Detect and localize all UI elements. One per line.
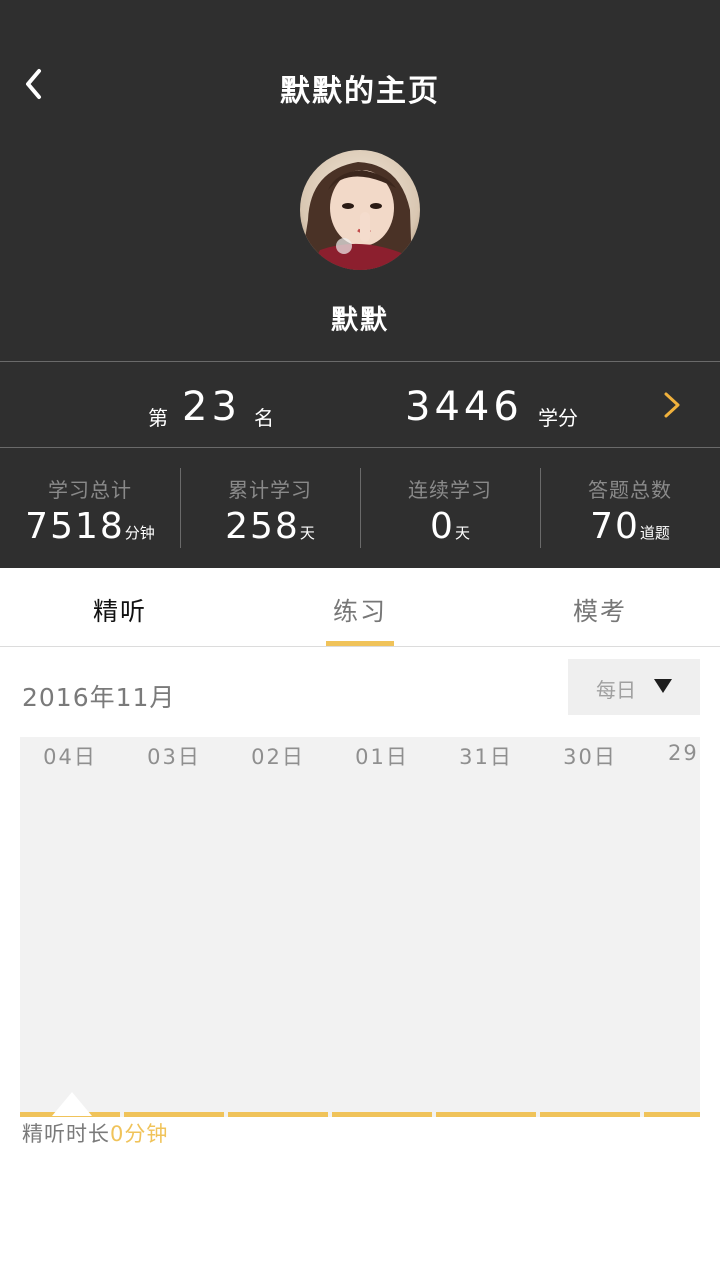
stat-unit: 分钟: [124, 524, 155, 542]
tab-intensive-listening[interactable]: 精听: [0, 568, 240, 646]
month-label: 2016年11月: [22, 683, 176, 712]
stat-streak-days: 连续学习 0天: [360, 448, 540, 568]
stat-label: 答题总数: [588, 478, 672, 502]
stat-value: 7518: [25, 506, 125, 547]
summary-value: 0分钟: [110, 1122, 169, 1146]
day-label: 03日: [147, 745, 201, 769]
stat-unit: 道题: [639, 524, 670, 542]
stat-cumulative-days: 累计学习 258天: [180, 448, 360, 568]
rank-suffix: 名: [254, 406, 274, 430]
avatar[interactable]: [300, 150, 420, 270]
stat-unit: 天: [454, 524, 470, 542]
tab-label: 模考: [572, 597, 627, 626]
day-column[interactable]: 03日: [124, 737, 224, 1117]
day-bar: [332, 1112, 432, 1117]
listening-duration: 精听时长0分钟: [22, 1118, 168, 1148]
period-label: 每日: [596, 678, 636, 702]
stat-total-minutes: 学习总计 7518分钟: [0, 448, 180, 568]
day-column[interactable]: 01日: [332, 737, 432, 1117]
tab-mock-exam[interactable]: 模考: [480, 568, 720, 646]
day-column[interactable]: 29: [644, 737, 700, 1117]
tab-label: 精听: [92, 597, 147, 626]
day-bar: [436, 1112, 536, 1117]
stat-label: 学习总计: [48, 478, 132, 502]
selected-day-pointer: [52, 1092, 92, 1116]
username: 默默: [331, 305, 389, 336]
stats-row: 学习总计 7518分钟 累计学习 258天 连续学习 0天 答题总数 70道题: [0, 448, 720, 568]
day-column[interactable]: 31日: [436, 737, 536, 1117]
day-label: 01日: [355, 745, 409, 769]
tab-label: 练习: [332, 597, 387, 626]
credits-number: 3446: [405, 384, 523, 430]
day-label: 02日: [251, 745, 305, 769]
day-bar: [124, 1112, 224, 1117]
tab-practice[interactable]: 练习: [240, 568, 480, 646]
day-bar: [228, 1112, 328, 1117]
period-dropdown[interactable]: 每日: [568, 659, 700, 715]
stat-label: 连续学习: [408, 478, 492, 502]
stat-value: 258: [225, 506, 300, 547]
day-bar: [644, 1112, 700, 1117]
stat-label: 累计学习: [228, 478, 312, 502]
profile-header: 默默的主页 默默 第 23 名 3446 学分 学习总计 7518分钟 累计学习…: [0, 0, 720, 568]
day-label: 04日: [43, 745, 97, 769]
day-label: 29: [668, 741, 699, 765]
stat-question-count: 答题总数 70道题: [540, 448, 720, 568]
ranking-row[interactable]: 第 23 名 3446 学分: [0, 362, 720, 447]
day-column[interactable]: 02日: [228, 737, 328, 1117]
stat-value: 0: [430, 506, 455, 547]
page-title: 默默的主页: [280, 74, 440, 109]
summary-label: 精听时长: [22, 1122, 110, 1146]
tab-active-indicator: [326, 641, 394, 646]
day-column[interactable]: 04日: [20, 737, 120, 1117]
chevron-right-icon[interactable]: [656, 390, 686, 420]
stat-value: 70: [590, 506, 640, 547]
rank-prefix: 第: [148, 406, 168, 430]
day-label: 31日: [459, 745, 513, 769]
caret-down-icon: [654, 679, 672, 693]
tab-bar: 精听 练习 模考: [0, 568, 720, 647]
daily-chart[interactable]: 04日 03日 02日 01日 31日 30日 29: [20, 737, 700, 1117]
day-bar: [540, 1112, 640, 1117]
day-label: 30日: [563, 745, 617, 769]
credits-unit: 学分: [538, 406, 578, 430]
stat-unit: 天: [299, 524, 315, 542]
rank-number: 23: [182, 384, 241, 430]
day-column[interactable]: 30日: [540, 737, 640, 1117]
